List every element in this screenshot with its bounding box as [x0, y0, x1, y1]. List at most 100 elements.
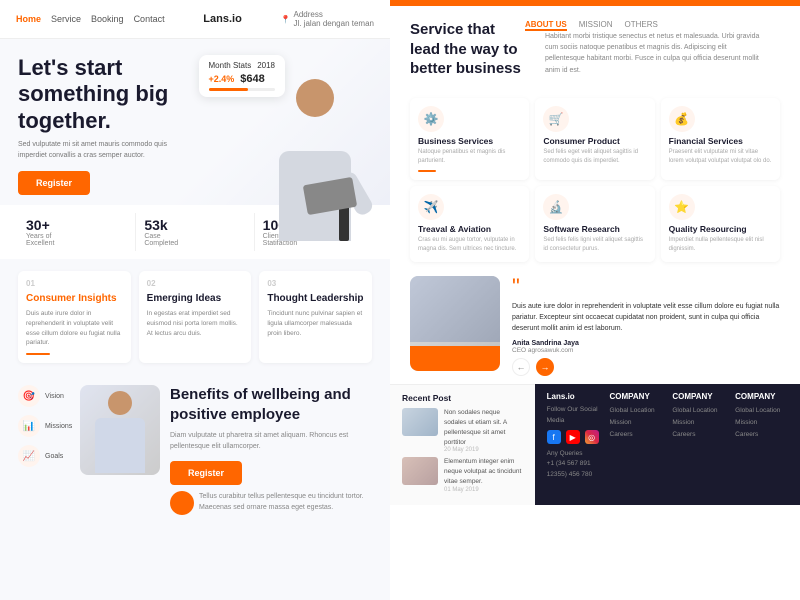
testimonial-person-image: [410, 276, 500, 371]
hero-subtitle: Sed vulputate mi sit amet mauris commodo…: [18, 140, 188, 161]
footer-social-label: Follow Our Social Media: [547, 405, 600, 426]
service-title: Service that lead the way to better busi…: [410, 20, 525, 79]
testimonial-section: " Duis aute iure dolor in reprehenderit …: [390, 268, 800, 385]
service-card-financial[interactable]: 💰 Financial Services Praesent elit vulpu…: [661, 98, 780, 180]
hero-title: Let's start something big together.: [18, 55, 198, 134]
feature-num-1: 01: [26, 279, 123, 288]
service-card-quality[interactable]: ⭐ Quality Resourcing Imperdiet nulla pel…: [661, 186, 780, 262]
stat-satisfaction-label2: Statifaction: [263, 240, 364, 247]
tab-about-us[interactable]: ABOUT US: [525, 20, 567, 31]
benefits-title: Benefits of wellbeing and positive emplo…: [170, 385, 372, 424]
card-progress-fill: [209, 88, 249, 91]
features-section: 01 Consumer Insights Duis aute irure dol…: [0, 259, 390, 375]
footer-company-3-link-3[interactable]: Careers: [735, 429, 788, 441]
facebook-icon[interactable]: f: [547, 430, 561, 444]
benefits-person-head: [108, 391, 132, 415]
benefits-register-button[interactable]: Register: [170, 461, 242, 485]
travel-aviation-icon: ✈️: [418, 194, 444, 220]
quality-resourcing-icon: ⭐: [669, 194, 695, 220]
footer-phone: +1 (34 567 891 12355) 456 780: [547, 459, 600, 480]
service-card-software[interactable]: 🔬 Software Research Sed felis felis lign…: [535, 186, 654, 262]
instagram-icon[interactable]: ◎: [585, 430, 599, 444]
benefit-goals: 📈 Goals: [18, 445, 68, 467]
recent-post-title: Recent Post: [402, 393, 523, 403]
feature-consumer-insights[interactable]: 01 Consumer Insights Duis aute irure dol…: [18, 271, 131, 363]
missions-icon: 📊: [18, 415, 40, 437]
stat-cases-num: 53k: [144, 217, 245, 233]
benefits-person-body: [95, 418, 145, 473]
navbar: Home Service Booking Contact Lans.io 📍 A…: [0, 0, 390, 39]
card-progress-bar: [209, 88, 275, 91]
business-services-desc: Natoque penatibus et magnis dis parturie…: [418, 148, 521, 166]
footer-company-2-link-2[interactable]: Mission: [672, 417, 725, 429]
stat-years-label1: Years of: [26, 233, 127, 240]
footer-company-1-link-1[interactable]: Global Location: [610, 405, 663, 417]
nav-home[interactable]: Home: [16, 14, 41, 24]
youtube-icon[interactable]: ▶: [566, 430, 580, 444]
stat-cases-label2: Completed: [144, 240, 245, 247]
service-card-business[interactable]: ⚙️ Business Services Natoque penatibus e…: [410, 98, 529, 180]
testimonial-prev-button[interactable]: ←: [512, 358, 530, 376]
nav-links: Home Service Booking Contact: [16, 14, 165, 24]
testimonial-next-button[interactable]: →: [536, 358, 554, 376]
nav-contact[interactable]: Contact: [134, 14, 165, 24]
stat-cases-label1: Case: [144, 233, 245, 240]
footer-company-3-link-2[interactable]: Mission: [735, 417, 788, 429]
software-research-icon: 🔬: [543, 194, 569, 220]
footer-company-3-link-1[interactable]: Global Location: [735, 405, 788, 417]
benefits-content: Benefits of wellbeing and positive emplo…: [170, 385, 372, 521]
benefit-vision: 🎯 Vision: [18, 385, 68, 407]
service-card-travel[interactable]: ✈️ Treaval & Aviation Cras eu mi augue t…: [410, 186, 529, 262]
post-thumb-2: [402, 457, 438, 485]
left-panel: Home Service Booking Contact Lans.io 📍 A…: [0, 0, 390, 600]
software-research-desc: Sed felis felis ligni velit aliquet sagi…: [543, 236, 646, 254]
stat-cases: 53k Case Completed: [136, 213, 254, 251]
about-tabs: ABOUT US MISSION OTHERS: [525, 20, 780, 31]
tab-others[interactable]: OTHERS: [625, 20, 658, 31]
footer-brand: Lans.io: [547, 392, 600, 401]
card-label: Month Stats: [209, 61, 252, 70]
nav-booking[interactable]: Booking: [91, 14, 124, 24]
benefits-icon-list: 🎯 Vision 📊 Missions 📈 Goals: [18, 385, 68, 467]
feature-thought-leadership[interactable]: 03 Thought Leadership Tincidunt nunc pul…: [259, 271, 372, 363]
testimonial-orange-bar: [410, 346, 500, 371]
feature-emerging-ideas[interactable]: 02 Emerging Ideas In egestas erat imperd…: [139, 271, 252, 363]
testimonial-author: Anita Sandrina Jaya: [512, 340, 780, 347]
software-research-name: Software Research: [543, 224, 646, 234]
feature-desc-1: Duis aute irure dolor in reprehenderit i…: [26, 309, 123, 348]
feature-num-3: 03: [267, 279, 364, 288]
quote-mark: ": [512, 276, 780, 298]
feature-title-1: Consumer Insights: [26, 292, 123, 305]
tab-mission[interactable]: MISSION: [579, 20, 613, 31]
goals-icon: 📈: [18, 445, 40, 467]
hero-register-button[interactable]: Register: [18, 171, 90, 195]
footer-company-1-link-3[interactable]: Careers: [610, 429, 663, 441]
post-date-1: 20 May 2019: [444, 447, 523, 453]
consumer-product-icon: 🛒: [543, 106, 569, 132]
footer-company-2-link-3[interactable]: Careers: [672, 429, 725, 441]
service-card-consumer[interactable]: 🛒 Consumer Product Sed felis eget velit …: [535, 98, 654, 180]
post-thumb-1: [402, 408, 438, 436]
post-text-2: Elementum integer enim neque volutpat ac…: [444, 457, 523, 486]
testimonial-text: Duis aute iure dolor in reprehenderit in…: [512, 301, 780, 335]
stat-years: 30+ Years of Excellent: [18, 213, 136, 251]
quality-resourcing-name: Quality Resourcing: [669, 224, 772, 234]
goals-label: Goals: [45, 453, 63, 460]
vision-icon: 🎯: [18, 385, 40, 407]
footer-company-2-link-1[interactable]: Global Location: [672, 405, 725, 417]
footer-company-2-title: COMPANY: [672, 392, 725, 401]
nav-service[interactable]: Service: [51, 14, 81, 24]
card-value: $648: [240, 73, 264, 85]
post-text-1: Non sodales neque sodales ut etiam sit. …: [444, 408, 523, 447]
footer-company-1-link-2[interactable]: Mission: [610, 417, 663, 429]
stat-years-num: 30+: [26, 217, 127, 233]
post-item-2[interactable]: Elementum integer enim neque volutpat ac…: [402, 457, 523, 492]
consumer-product-desc: Sed felis eget velit aliquet sagittis id…: [543, 148, 646, 166]
testimonial-body: " Duis aute iure dolor in reprehenderit …: [512, 276, 780, 377]
quality-resourcing-desc: Imperdiet nulla pellentesque elit nisl d…: [669, 236, 772, 254]
service-grid: ⚙️ Business Services Natoque penatibus e…: [390, 92, 800, 268]
right-panel: Service that lead the way to better busi…: [390, 0, 800, 600]
post-item-1[interactable]: Non sodales neque sodales ut etiam sit. …: [402, 408, 523, 453]
footer-company-1-title: COMPANY: [610, 392, 663, 401]
business-services-icon: ⚙️: [418, 106, 444, 132]
